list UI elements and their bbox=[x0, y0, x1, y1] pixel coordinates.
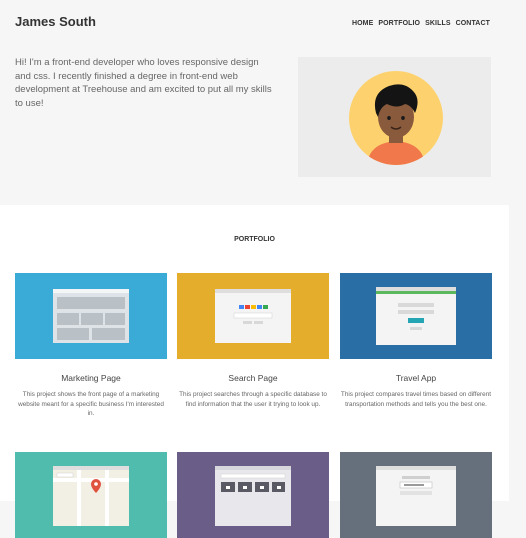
project-title[interactable]: Travel App bbox=[340, 373, 492, 383]
project-thumbnail[interactable] bbox=[340, 452, 492, 538]
site-header: James South HOME PORTFOLIO SKILLS CONTAC… bbox=[0, 0, 526, 205]
project-thumbnail[interactable] bbox=[177, 452, 329, 538]
project-thumbnail[interactable] bbox=[15, 452, 167, 538]
portfolio-section: PORTFOLIO Marketing Page This project sh… bbox=[0, 205, 509, 538]
main-nav: HOME PORTFOLIO SKILLS CONTACT bbox=[352, 20, 490, 27]
project-title[interactable]: Search Page bbox=[177, 373, 329, 383]
project-thumbnail[interactable] bbox=[177, 273, 329, 359]
nav-portfolio[interactable]: PORTFOLIO bbox=[378, 20, 420, 27]
hero-image bbox=[298, 57, 491, 177]
portfolio-heading: PORTFOLIO bbox=[234, 236, 275, 243]
project-description: This project compares travel times based… bbox=[340, 391, 492, 408]
site-title[interactable]: James South bbox=[15, 14, 96, 29]
right-gutter bbox=[509, 205, 526, 501]
project-description: This project searches through a specific… bbox=[179, 391, 327, 408]
avatar bbox=[349, 71, 443, 165]
nav-contact[interactable]: CONTACT bbox=[456, 20, 490, 27]
project-description: This project shows the front page of a m… bbox=[18, 391, 164, 417]
intro-text: Hi! I'm a front-end developer who loves … bbox=[15, 57, 272, 109]
project-thumbnail[interactable] bbox=[15, 273, 167, 359]
project-thumbnail[interactable] bbox=[340, 273, 492, 359]
nav-home[interactable]: HOME bbox=[352, 20, 373, 27]
project-title[interactable]: Marketing Page bbox=[15, 373, 167, 383]
nav-skills[interactable]: SKILLS bbox=[425, 20, 451, 27]
